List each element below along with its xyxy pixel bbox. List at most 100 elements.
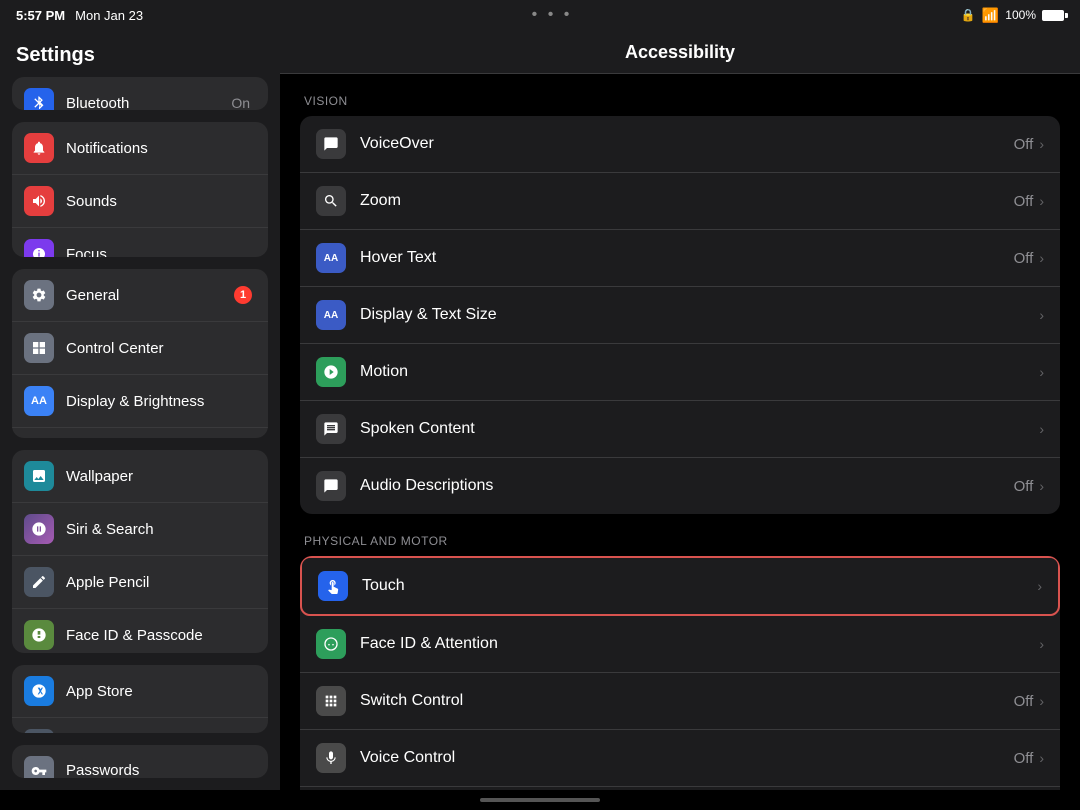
- audio-descriptions-chevron: ›: [1039, 478, 1044, 494]
- detail-content: VISION VoiceOver Off › Zoom Off ›: [280, 74, 1080, 790]
- row-voiceover[interactable]: VoiceOver Off ›: [300, 116, 1060, 173]
- focus-label: Focus: [66, 246, 256, 258]
- switch-control-icon: [316, 686, 346, 716]
- touch-icon: [318, 571, 348, 601]
- sidebar-item-sounds[interactable]: Sounds: [12, 175, 268, 228]
- sidebar-item-notifications[interactable]: Notifications: [12, 122, 268, 175]
- sidebar-group2: General 1 Control Center AA Display & Br…: [12, 269, 268, 438]
- display-brightness-label: Display & Brightness: [66, 393, 256, 410]
- sidebar: Settings Bluetooth On Notifications: [0, 30, 280, 790]
- motion-chevron: ›: [1039, 364, 1044, 380]
- general-badge: 1: [234, 286, 252, 304]
- audio-descriptions-label: Audio Descriptions: [360, 477, 1014, 495]
- sidebar-item-general[interactable]: General 1: [12, 269, 268, 322]
- row-audio-descriptions[interactable]: Audio Descriptions Off ›: [300, 458, 1060, 514]
- face-id-attention-chevron: ›: [1039, 636, 1044, 652]
- sidebar-item-wallpaper[interactable]: Wallpaper: [12, 450, 268, 503]
- voiceover-label: VoiceOver: [360, 135, 1014, 153]
- switch-control-chevron: ›: [1039, 693, 1044, 709]
- home-indicator: [0, 790, 1080, 810]
- wallet-icon: [24, 729, 54, 732]
- touch-chevron: ›: [1037, 578, 1042, 594]
- sidebar-item-wallet[interactable]: Wallet & Apple Pay: [12, 718, 268, 732]
- zoom-label: Zoom: [360, 192, 1014, 210]
- bluetooth-icon: [24, 88, 54, 110]
- spoken-content-label: Spoken Content: [360, 420, 1039, 438]
- audio-descriptions-icon: [316, 471, 346, 501]
- detail-title: Accessibility: [625, 42, 735, 62]
- sidebar-item-face-id[interactable]: Face ID & Passcode: [12, 609, 268, 653]
- row-spoken-content[interactable]: Spoken Content ›: [300, 401, 1060, 458]
- battery-icon: [1042, 10, 1064, 21]
- row-voice-control[interactable]: Voice Control Off ›: [300, 730, 1060, 787]
- sidebar-group3: Wallpaper Siri & Search Apple Pencil Fac…: [12, 450, 268, 653]
- face-id-icon: [24, 620, 54, 650]
- sidebar-item-passwords[interactable]: Passwords: [12, 745, 268, 778]
- sidebar-group-top: Bluetooth On: [12, 77, 268, 110]
- wifi-icon: 📶: [982, 7, 999, 24]
- voiceover-value: Off: [1014, 136, 1034, 153]
- app-store-label: App Store: [66, 683, 256, 700]
- detail-panel: Accessibility VISION VoiceOver Off ›: [280, 30, 1080, 790]
- display-brightness-icon: AA: [24, 386, 54, 416]
- sidebar-item-home-screen[interactable]: Home Screen & Multitasking: [12, 428, 268, 438]
- sidebar-header: Settings: [0, 30, 280, 77]
- notifications-label: Notifications: [66, 140, 256, 157]
- row-motion[interactable]: Motion ›: [300, 344, 1060, 401]
- row-touch[interactable]: Touch ›: [300, 556, 1060, 616]
- focus-icon: [24, 239, 54, 257]
- voice-control-label: Voice Control: [360, 749, 1014, 767]
- general-label: General: [66, 287, 234, 304]
- row-hover-text[interactable]: AA Hover Text Off ›: [300, 230, 1060, 287]
- bluetooth-value: On: [231, 95, 250, 110]
- hover-text-chevron: ›: [1039, 250, 1044, 266]
- sidebar-item-siri-search[interactable]: Siri & Search: [12, 503, 268, 556]
- row-top-button[interactable]: Top Button ›: [300, 787, 1060, 790]
- voiceover-chevron: ›: [1039, 136, 1044, 152]
- sidebar-group4: App Store Wallet & Apple Pay: [12, 665, 268, 732]
- general-icon: [24, 280, 54, 310]
- motion-label: Motion: [360, 363, 1039, 381]
- motion-icon: [316, 357, 346, 387]
- zoom-value: Off: [1014, 193, 1034, 210]
- sidebar-item-focus[interactable]: Focus: [12, 228, 268, 257]
- dots-indicator: • • •: [532, 6, 573, 24]
- sidebar-item-apple-pencil[interactable]: Apple Pencil: [12, 556, 268, 609]
- row-face-id-attention[interactable]: Face ID & Attention ›: [300, 616, 1060, 673]
- hover-text-icon: AA: [316, 243, 346, 273]
- wallpaper-label: Wallpaper: [66, 468, 256, 485]
- apple-pencil-icon: [24, 567, 54, 597]
- display-text-icon: AA: [316, 300, 346, 330]
- row-display-text-size[interactable]: AA Display & Text Size ›: [300, 287, 1060, 344]
- bluetooth-label: Bluetooth: [66, 95, 231, 111]
- physical-section-label: PHYSICAL AND MOTOR: [304, 534, 1060, 548]
- status-date: Mon Jan 23: [75, 8, 143, 23]
- audio-descriptions-value: Off: [1014, 478, 1034, 495]
- spoken-content-icon: [316, 414, 346, 444]
- sidebar-item-display-brightness[interactable]: AA Display & Brightness: [12, 375, 268, 428]
- app-container: Settings Bluetooth On Notifications: [0, 30, 1080, 790]
- voiceover-icon: [316, 129, 346, 159]
- apple-pencil-label: Apple Pencil: [66, 574, 256, 591]
- voice-control-chevron: ›: [1039, 750, 1044, 766]
- face-id-attention-label: Face ID & Attention: [360, 635, 1039, 653]
- row-zoom[interactable]: Zoom Off ›: [300, 173, 1060, 230]
- zoom-chevron: ›: [1039, 193, 1044, 209]
- wallpaper-icon: [24, 461, 54, 491]
- status-time: 5:57 PM: [16, 8, 65, 23]
- sidebar-item-app-store[interactable]: App Store: [12, 665, 268, 718]
- sidebar-item-bluetooth[interactable]: Bluetooth On: [12, 77, 268, 110]
- sidebar-item-control-center[interactable]: Control Center: [12, 322, 268, 375]
- siri-search-label: Siri & Search: [66, 521, 256, 538]
- display-text-label: Display & Text Size: [360, 306, 1039, 324]
- voice-control-icon: [316, 743, 346, 773]
- portrait-lock-icon: 🔒: [961, 8, 976, 22]
- sidebar-group5: Passwords: [12, 745, 268, 778]
- battery-percent: 100%: [1005, 8, 1036, 22]
- row-switch-control[interactable]: Switch Control Off ›: [300, 673, 1060, 730]
- sounds-label: Sounds: [66, 193, 256, 210]
- spoken-content-chevron: ›: [1039, 421, 1044, 437]
- face-id-label: Face ID & Passcode: [66, 627, 256, 644]
- hover-text-value: Off: [1014, 250, 1034, 267]
- passwords-label: Passwords: [66, 762, 256, 778]
